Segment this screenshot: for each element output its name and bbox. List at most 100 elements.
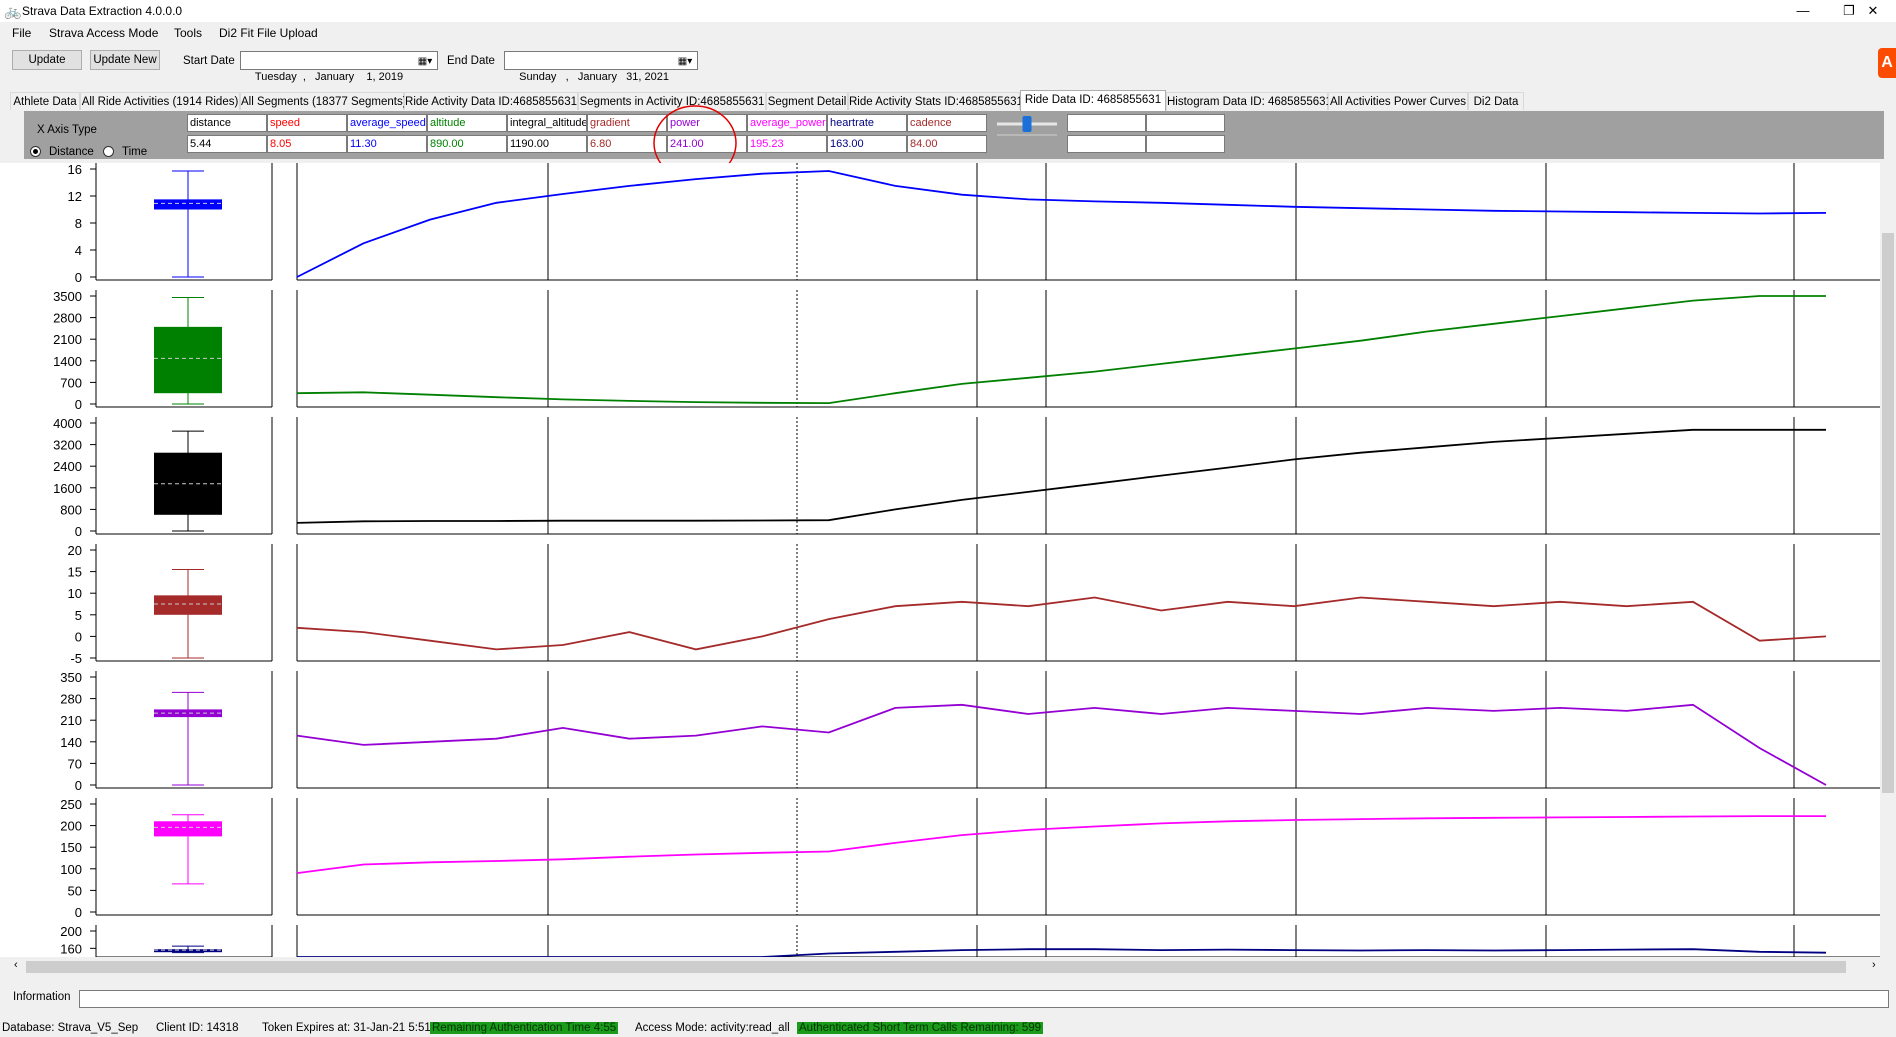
menu-tools[interactable]: Tools	[174, 26, 202, 40]
y-tick-label: 1600	[53, 481, 82, 496]
field-name-heartrate: heartrate	[827, 114, 907, 132]
tab-ride-activity-data[interactable]: Ride Activity Data ID:4685855631	[404, 92, 578, 110]
box-iqr	[154, 326, 222, 394]
menu-di2-fit-file-upload[interactable]: Di2 Fit File Upload	[219, 26, 318, 40]
status-access-mode: Access Mode: activity:read_all	[635, 1022, 790, 1034]
empty-field-value[interactable]	[1067, 135, 1146, 153]
bike-icon: 🚲	[4, 3, 22, 19]
y-tick-label: 3500	[53, 289, 82, 304]
ride-charts: 1612840350028002100140070004000320024001…	[53, 163, 1880, 957]
start-date-label: Start Date	[183, 55, 235, 67]
y-tick-label: 20	[68, 543, 82, 558]
y-tick-label: 100	[60, 862, 82, 877]
field-value-cadence[interactable]: 84.00	[907, 135, 987, 153]
strava-badge: A	[1878, 48, 1896, 78]
field-name-altitude: altitude	[427, 114, 507, 132]
field-value-average-speed[interactable]: 11.30	[347, 135, 427, 153]
vertical-scroll-thumb[interactable]	[1882, 233, 1894, 793]
y-tick-label: 1400	[53, 354, 82, 369]
time-radio[interactable]	[103, 146, 114, 157]
empty-field-name	[1146, 114, 1225, 132]
update-new-button[interactable]: Update New	[90, 50, 160, 70]
horizontal-scroll-thumb[interactable]	[26, 961, 1846, 973]
y-tick-label: 70	[68, 756, 82, 771]
field-name-integral-altitude: integral_altitude	[507, 114, 587, 132]
menu-strava-access-mode[interactable]: Strava Access Mode	[49, 26, 158, 40]
horizontal-scrollbar[interactable]: ‹ ›	[12, 959, 1884, 975]
series-line	[297, 948, 1827, 957]
tab-all-segments[interactable]: All Segments (18377 Segments)	[240, 92, 407, 110]
minimize-button[interactable]: —	[1780, 0, 1826, 22]
end-date-value: Sunday , January 31, 2021	[519, 71, 669, 83]
field-value-heartrate[interactable]: 163.00	[827, 135, 907, 153]
tab-di2-data[interactable]: Di2 Data	[1468, 92, 1524, 110]
field-name-average-speed: average_speed	[347, 114, 427, 132]
y-tick-label: 3200	[53, 438, 82, 453]
series-line	[296, 815, 1826, 874]
status-database: Database: Strava_V5_Sep	[2, 1022, 139, 1034]
tab-ride-activity-stats[interactable]: Ride Activity Stats ID:4685855631	[848, 92, 1023, 110]
series-line	[296, 703, 1827, 786]
y-tick-label: 0	[75, 524, 82, 539]
close-button[interactable]: ✕	[1850, 0, 1896, 22]
scroll-left-icon[interactable]: ‹	[14, 959, 18, 971]
y-tick-label: 0	[75, 905, 82, 920]
empty-field-value[interactable]	[1146, 135, 1225, 153]
y-tick-label: 10	[68, 586, 82, 601]
field-name-average-power: average_power	[747, 114, 827, 132]
y-tick-label: 2800	[53, 311, 82, 326]
update-button[interactable]: Update	[12, 50, 82, 70]
y-tick-label: 16	[68, 163, 82, 177]
scroll-right-icon[interactable]: ›	[1872, 959, 1876, 971]
tab-all-ride-activities[interactable]: All Ride Activities (1914 Rides)	[80, 92, 240, 110]
y-tick-label: 50	[68, 883, 82, 898]
information-field[interactable]	[79, 990, 1889, 1008]
title-bar: 🚲 Strava Data Extraction 4.0.0.0 — ❐ ✕	[0, 0, 1896, 22]
y-tick-label: 140	[60, 735, 82, 750]
tab-all-activities-power-curves[interactable]: All Activities Power Curves	[1328, 92, 1468, 110]
y-tick-label: 700	[60, 375, 82, 390]
y-tick-label: 2400	[53, 459, 82, 474]
y-tick-label: 350	[60, 670, 82, 685]
y-tick-label: 12	[68, 189, 82, 204]
end-date-picker[interactable]: Sunday , January 31, 2021 ▦▾	[504, 51, 698, 83]
zoom-slider[interactable]	[995, 114, 1059, 138]
y-tick-label: 4	[75, 243, 82, 258]
y-tick-label: 0	[75, 778, 82, 793]
y-tick-label: 160	[60, 941, 82, 956]
y-tick-label: 0	[75, 629, 82, 644]
y-tick-label: 2100	[53, 332, 82, 347]
y-tick-label: 0	[75, 397, 82, 412]
calendar-dropdown-icon[interactable]: ▦▾	[415, 53, 435, 68]
series-line	[296, 170, 1827, 278]
field-value-speed[interactable]: 8.05	[267, 135, 347, 153]
field-value-integral-altitude[interactable]: 1190.00	[507, 135, 587, 153]
box-iqr	[154, 595, 222, 615]
distance-radio-label: Distance	[49, 146, 94, 158]
x-axis-type-label: X Axis Type	[37, 124, 97, 136]
field-value-distance[interactable]: 5.44	[187, 135, 267, 153]
start-date-value: Tuesday , January 1, 2019	[254, 71, 404, 83]
tab-histogram-data[interactable]: Histogram Data ID: 4685855631	[1166, 92, 1332, 110]
menu-file[interactable]: File	[12, 26, 31, 40]
box-iqr	[154, 821, 222, 837]
start-date-picker[interactable]: Tuesday , January 1, 2019 ▦▾	[240, 51, 438, 83]
slider-thumb[interactable]	[1022, 116, 1032, 132]
tab-ride-data[interactable]: Ride Data ID: 4685855631	[1020, 90, 1166, 111]
y-tick-label: 150	[60, 840, 82, 855]
tab-athlete-data[interactable]: Athlete Data	[10, 92, 80, 110]
distance-radio[interactable]	[30, 146, 41, 157]
field-name-speed: speed	[267, 114, 347, 132]
status-client-id: Client ID: 14318	[156, 1022, 239, 1034]
tab-segment-detail[interactable]: Segment Detail	[766, 92, 848, 110]
chart-area: 16 12 8 4 0 3500 2800 2100 1400 700 0 4000 3200 2400 1…	[0, 163, 1896, 957]
time-radio-label: Time	[122, 146, 148, 158]
y-tick-label: 15	[68, 565, 82, 580]
field-value-average-power[interactable]: 195.23	[747, 135, 827, 153]
calendar-dropdown-icon[interactable]: ▦▾	[675, 53, 695, 68]
field-value-altitude[interactable]: 890.00	[427, 135, 507, 153]
y-tick-label: 4000	[53, 416, 82, 431]
vertical-scrollbar[interactable]	[1880, 163, 1896, 957]
y-tick-label: 200	[60, 924, 82, 939]
series-line	[296, 428, 1826, 524]
